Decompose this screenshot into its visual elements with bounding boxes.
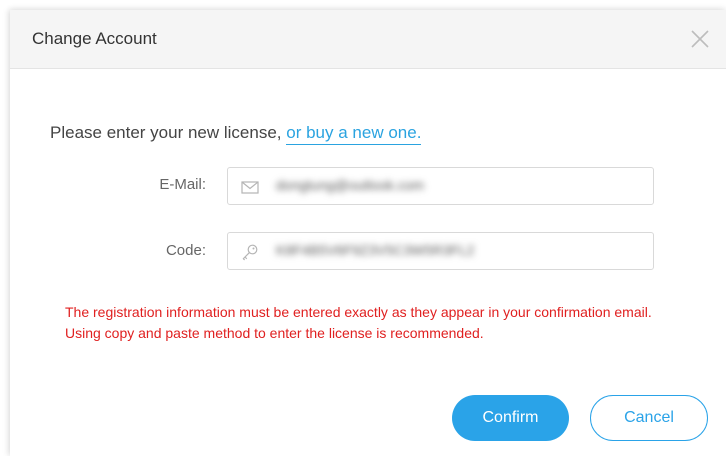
confirm-button[interactable]: Confirm: [452, 395, 569, 441]
buy-new-license-link[interactable]: or buy a new one.: [286, 123, 422, 145]
dialog-title: Change Account: [32, 29, 157, 48]
email-field[interactable]: dongtung@outlook.com: [227, 167, 654, 205]
dialog-titlebar: Change Account: [10, 10, 726, 69]
code-label: Code:: [165, 242, 206, 259]
registration-warning: The registration information must be ent…: [65, 304, 652, 341]
intro-prompt: Please enter your new license,: [50, 123, 282, 142]
code-field[interactable]: K8F4B5V6F9Z3V5C3W5R3FL2: [227, 232, 654, 270]
code-value: K8F4B5V6F9Z3V5C3W5R3FL2: [276, 242, 475, 258]
intro-text: Please enter your new license, or buy a …: [50, 123, 422, 145]
envelope-icon: [241, 178, 259, 196]
cancel-button[interactable]: Cancel: [590, 395, 708, 441]
change-account-dialog: Change Account Please enter your new lic…: [10, 10, 726, 456]
email-value: dongtung@outlook.com: [276, 177, 425, 193]
key-icon: [241, 243, 259, 261]
close-icon[interactable]: [690, 29, 710, 49]
email-label: E-Mail:: [159, 176, 206, 193]
